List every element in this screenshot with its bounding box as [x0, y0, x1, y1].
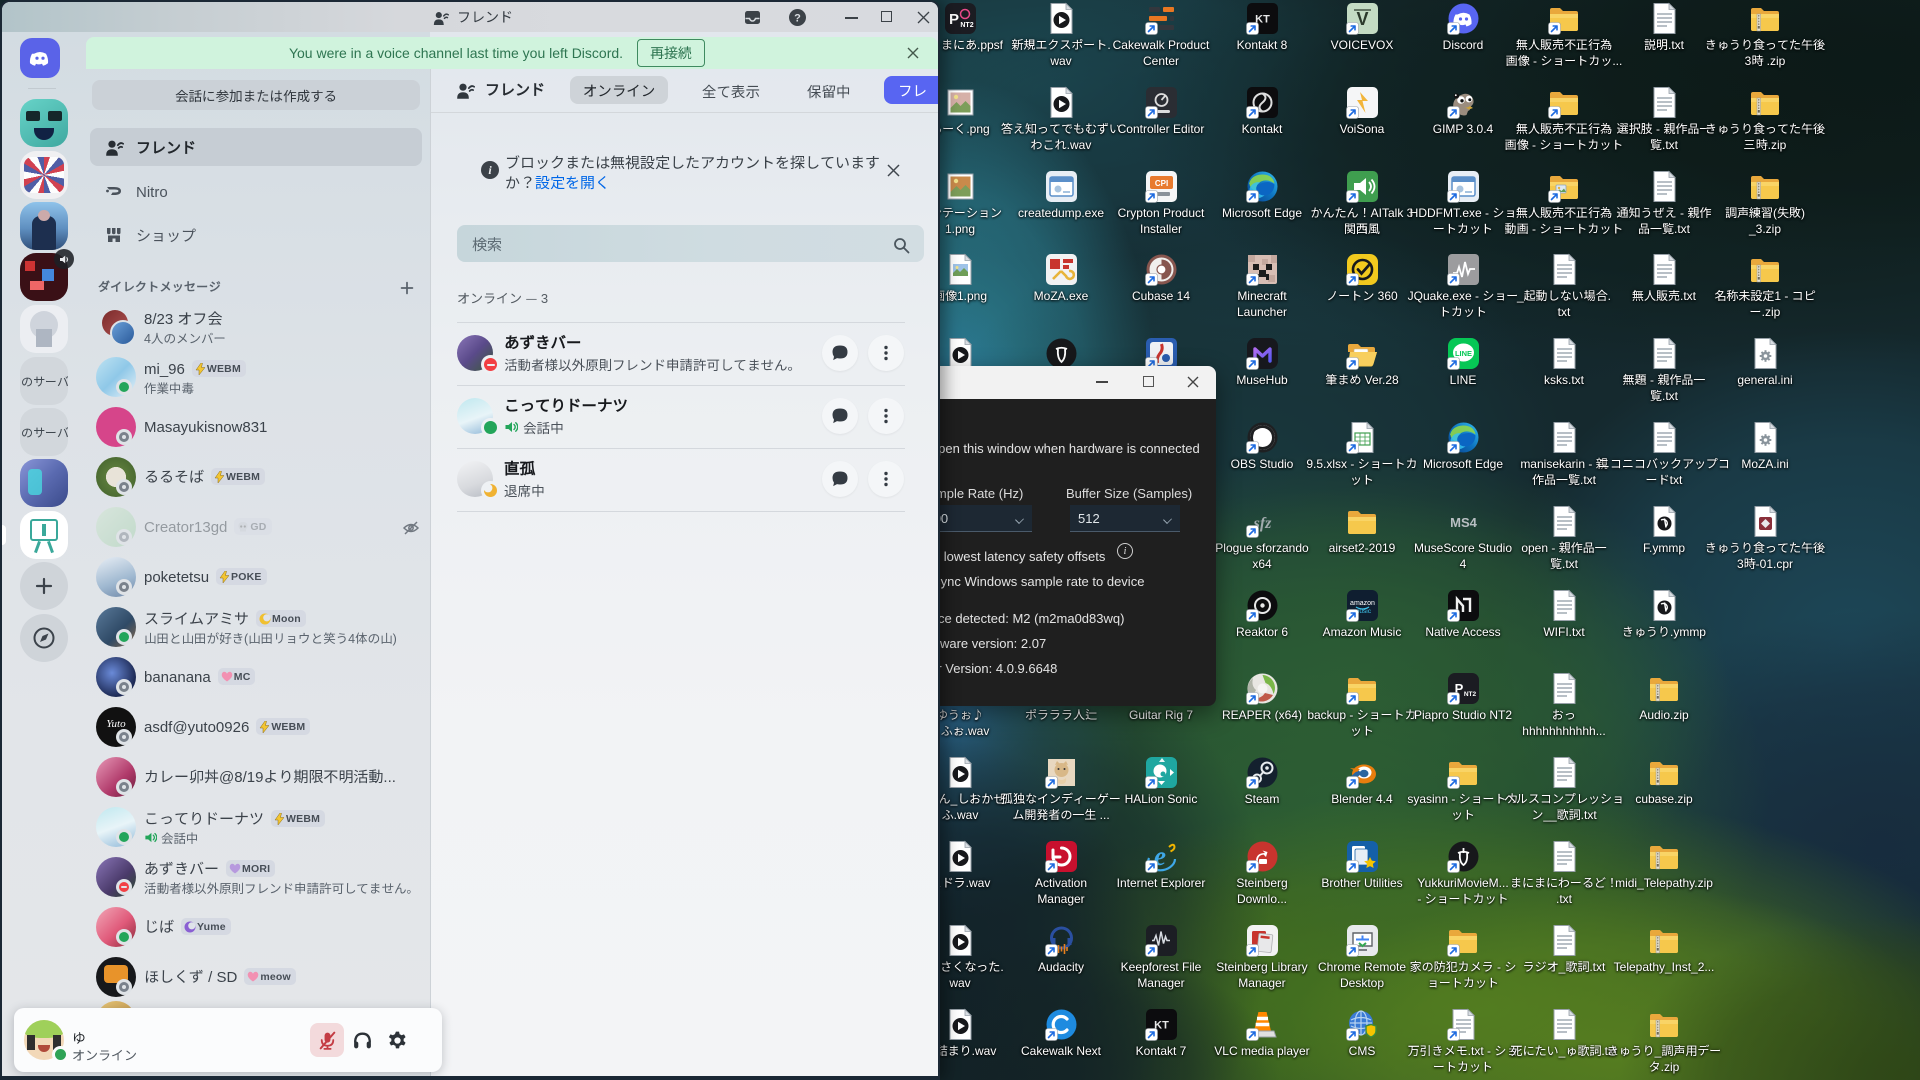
svg-text:NT2: NT2: [960, 22, 973, 29]
svg-text:MS4: MS4: [1450, 515, 1478, 530]
svg-text:?: ?: [794, 13, 801, 25]
svg-text:P: P: [948, 11, 958, 28]
